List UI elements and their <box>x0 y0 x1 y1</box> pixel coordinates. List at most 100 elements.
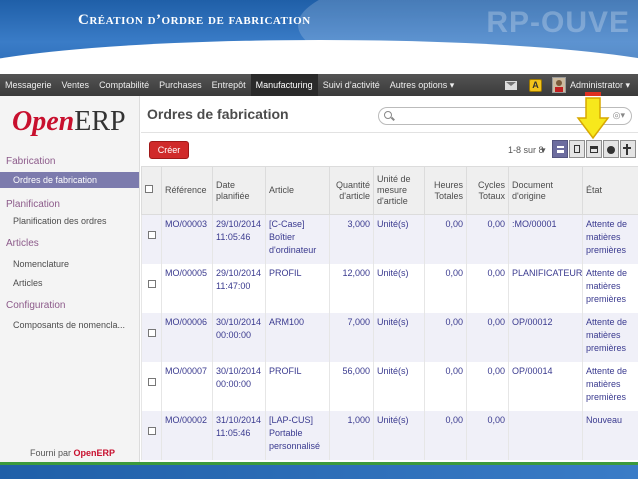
avatar[interactable] <box>551 77 566 93</box>
menu-suivi-activite[interactable]: Suivi d’activité <box>318 74 385 96</box>
orders-table: Référence Date planifiée Article Quantit… <box>141 166 638 460</box>
page-title: Ordres de fabrication <box>147 106 289 122</box>
search-options-icon[interactable]: ◎▾ <box>613 110 625 121</box>
cell-date: 30/10/2014 00:00:00 <box>212 361 266 411</box>
cell-heures: 0,00 <box>424 263 467 313</box>
column-header-unite[interactable]: Unité de mesure d'article <box>373 166 425 215</box>
view-switcher <box>552 140 637 158</box>
form-view-icon[interactable] <box>569 140 585 158</box>
cell-etat: Attente de matières premières <box>582 361 638 411</box>
cell-cycles: 0,00 <box>466 361 509 411</box>
cell-document: OP/00012 <box>508 312 583 362</box>
powered-by-link[interactable]: OpenERP <box>74 448 116 458</box>
cell-article: PROFIL <box>265 263 330 313</box>
table-header-row: Référence Date planifiée Article Quantit… <box>141 166 638 215</box>
pager-count[interactable]: 1-8 sur 8 <box>508 145 544 155</box>
sidebar-item-articles[interactable]: Articles <box>0 275 139 291</box>
cell-reference: MO/00003 <box>161 214 213 264</box>
mail-icon[interactable] <box>504 80 517 90</box>
table-row[interactable]: MO/00002 31/10/2014 11:05:46 [LAP-CUS] P… <box>141 410 638 460</box>
select-all-checkbox[interactable] <box>141 166 162 215</box>
search-icon <box>384 111 392 119</box>
cell-etat: Attente de matières premières <box>582 312 638 362</box>
cell-etat: Attente de matières premières <box>582 214 638 264</box>
pager-caret[interactable]: ▾ <box>541 145 546 156</box>
menu-comptabilite[interactable]: Comptabilité <box>94 74 154 96</box>
cell-unite: Unité(s) <box>373 410 425 460</box>
cell-quantite: 7,000 <box>329 312 374 362</box>
column-header-etat[interactable]: État <box>582 166 638 215</box>
column-header-heures[interactable]: Heures Totales <box>424 166 467 215</box>
sidebar: OpenERP Fabrication Ordres de fabricatio… <box>0 96 140 479</box>
row-checkbox[interactable] <box>141 361 162 411</box>
row-checkbox[interactable] <box>141 312 162 362</box>
slide-title: Création d’ordre de fabrication <box>78 12 311 28</box>
sidebar-item-composants[interactable]: Composants de nomencla... <box>0 317 139 333</box>
cell-etat: Nouveau <box>582 410 638 460</box>
user-menu[interactable]: Administrator ▾ <box>570 80 638 91</box>
cell-quantite: 12,000 <box>329 263 374 313</box>
row-checkbox[interactable] <box>141 263 162 313</box>
list-view-icon[interactable] <box>552 140 568 158</box>
row-checkbox[interactable] <box>141 410 162 460</box>
cell-reference: MO/00005 <box>161 263 213 313</box>
sidebar-section-fabrication: Fabrication <box>6 156 56 167</box>
cell-quantite: 1,000 <box>329 410 374 460</box>
main-content: Ordres de fabrication ◎▾ Créer 1-8 sur 8… <box>141 96 638 479</box>
menu-manufacturing[interactable]: Manufacturing <box>250 74 318 96</box>
table-row[interactable]: MO/00003 29/10/2014 11:05:46 [C-Case] Bo… <box>141 214 638 264</box>
openerp-logo: OpenERP <box>12 106 126 137</box>
sidebar-item-ordres-fabrication[interactable]: Ordres de fabrication <box>0 172 139 188</box>
column-header-quantite[interactable]: Quantité d'article <box>329 166 374 215</box>
cell-date: 29/10/2014 11:47:00 <box>212 263 266 313</box>
column-header-reference[interactable]: Référence <box>161 166 213 215</box>
header-decoration-text: RP-OUVE <box>486 6 630 39</box>
cell-reference: MO/00007 <box>161 361 213 411</box>
cell-heures: 0,00 <box>424 312 467 362</box>
table-row[interactable]: MO/00007 30/10/2014 00:00:00 PROFIL 56,0… <box>141 361 638 411</box>
sidebar-item-nomenclature[interactable]: Nomenclature <box>0 256 139 272</box>
menu-messagerie[interactable]: Messagerie <box>0 74 57 96</box>
menu-autres-options[interactable]: Autres options ▾ <box>385 74 460 96</box>
powered-by: Fourni par OpenERP <box>30 448 116 458</box>
column-header-date[interactable]: Date planifiée <box>212 166 266 215</box>
cell-cycles: 0,00 <box>466 312 509 362</box>
calendar-view-icon[interactable] <box>586 140 602 158</box>
menu-entrepot[interactable]: Entrepôt <box>207 74 251 96</box>
cell-heures: 0,00 <box>424 214 467 264</box>
gantt-view-icon[interactable] <box>620 140 636 158</box>
menu-purchases[interactable]: Purchases <box>154 74 207 96</box>
alert-icon[interactable]: A <box>528 78 542 92</box>
sidebar-section-planification: Planification <box>6 199 60 210</box>
cell-article: [LAP-CUS] Portable personnalisé <box>265 410 330 460</box>
cell-etat: Attente de matières premières <box>582 263 638 313</box>
sidebar-section-articles: Articles <box>6 238 39 249</box>
cell-reference: MO/00006 <box>161 312 213 362</box>
cell-heures: 0,00 <box>424 410 467 460</box>
column-header-cycles[interactable]: Cycles Totaux <box>466 166 509 215</box>
create-button[interactable]: Créer <box>149 141 189 159</box>
top-menubar: Messagerie Ventes Comptabilité Purchases… <box>0 74 638 96</box>
cell-quantite: 3,000 <box>329 214 374 264</box>
menu-ventes[interactable]: Ventes <box>57 74 95 96</box>
cell-heures: 0,00 <box>424 361 467 411</box>
cell-unite: Unité(s) <box>373 214 425 264</box>
column-header-article[interactable]: Article <box>265 166 330 215</box>
graph-view-icon[interactable] <box>603 140 619 158</box>
cell-unite: Unité(s) <box>373 312 425 362</box>
cell-document <box>508 410 583 460</box>
table-row[interactable]: MO/00005 29/10/2014 11:47:00 PROFIL 12,0… <box>141 263 638 313</box>
pointer-arrow-icon <box>576 92 610 140</box>
cell-article: [C-Case] Boîtier d'ordinateur <box>265 214 330 264</box>
cell-unite: Unité(s) <box>373 361 425 411</box>
sidebar-item-planification-ordres[interactable]: Planification des ordres <box>0 213 139 229</box>
sidebar-section-configuration: Configuration <box>6 300 66 311</box>
menubar-right: A Administrator ▾ <box>499 74 638 96</box>
table-row[interactable]: MO/00006 30/10/2014 00:00:00 ARM100 7,00… <box>141 312 638 362</box>
cell-unite: Unité(s) <box>373 263 425 313</box>
row-checkbox[interactable] <box>141 214 162 264</box>
cell-article: ARM100 <box>265 312 330 362</box>
column-header-document[interactable]: Document d'origine <box>508 166 583 215</box>
cell-quantite: 56,000 <box>329 361 374 411</box>
cell-document: PLANIFICATEUR <box>508 263 583 313</box>
